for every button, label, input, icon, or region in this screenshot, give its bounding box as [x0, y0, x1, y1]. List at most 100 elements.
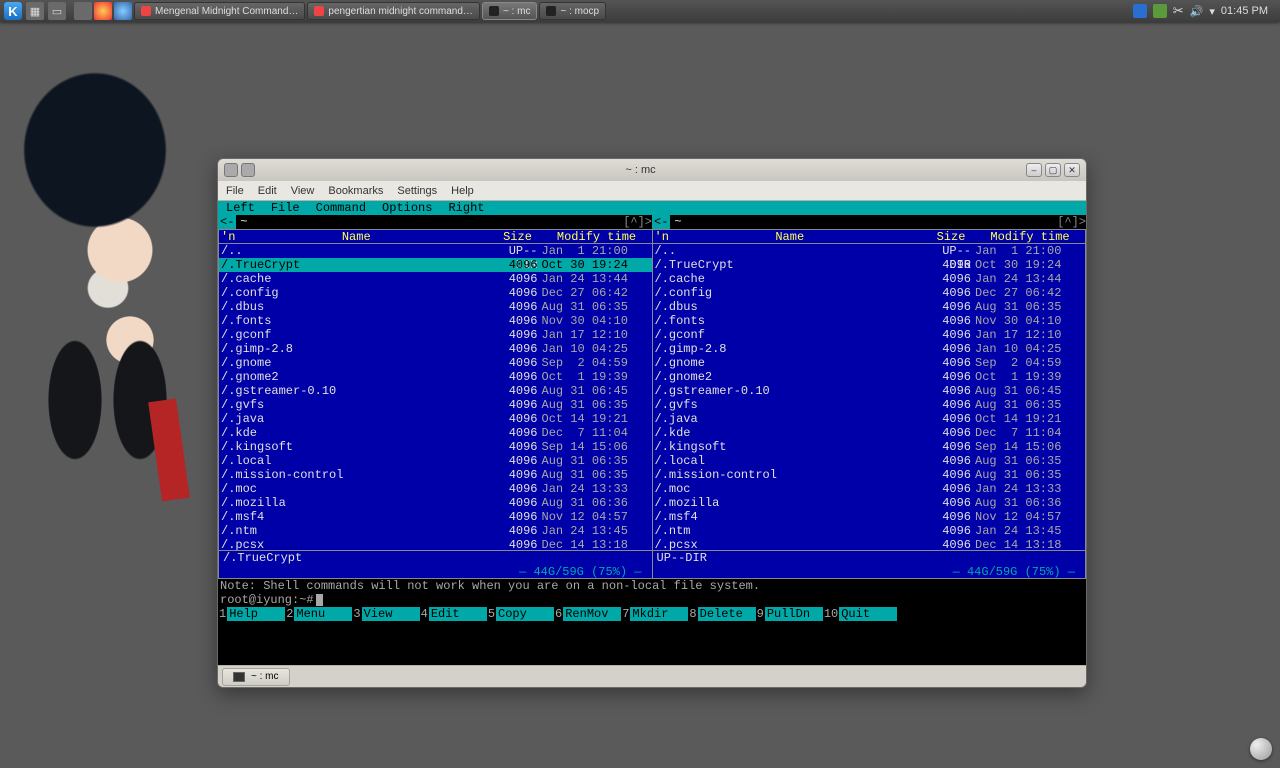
system-tray: ✂ 🔊 ▾ 01:45 PM [1125, 3, 1280, 19]
file-row[interactable]: /.dbus4096Aug 31 06:35 [653, 300, 1086, 314]
file-row[interactable]: /.moc4096Jan 24 13:33 [653, 482, 1086, 496]
file-row[interactable]: /.fonts4096Nov 30 04:10 [653, 314, 1086, 328]
download-icon[interactable] [1133, 4, 1147, 18]
file-row[interactable]: /.gnome24096Oct 1 19:39 [219, 370, 652, 384]
file-row[interactable]: /.mission-control4096Aug 31 06:35 [653, 468, 1086, 482]
mc-menu-options[interactable]: Options [374, 201, 440, 215]
fkey-quit[interactable]: 10Quit [823, 607, 897, 621]
col-size-header[interactable]: Size [494, 230, 542, 243]
file-row[interactable]: /.gvfs4096Aug 31 06:35 [653, 398, 1086, 412]
mc-top-menu: LeftFileCommandOptionsRight [218, 201, 1086, 215]
fkey-edit[interactable]: 4Edit [420, 607, 487, 621]
task-pengertian-midnight-command-[interactable]: pengertian midnight command… [307, 2, 480, 20]
col-mtime-header[interactable]: Modify time [542, 230, 652, 243]
clipboard-icon[interactable]: ✂ [1173, 3, 1184, 19]
menu-edit[interactable]: Edit [258, 185, 277, 197]
menu-settings[interactable]: Settings [397, 185, 437, 197]
terminal-icon [233, 672, 245, 682]
fkey-delete[interactable]: 8Delete [688, 607, 755, 621]
window-titlebar[interactable]: ~ : mc – ▢ ✕ [218, 159, 1086, 181]
file-row[interactable]: /.msf44096Nov 12 04:57 [219, 510, 652, 524]
clock[interactable]: 01:45 PM [1221, 5, 1272, 17]
activity-icon[interactable]: ▦ [26, 2, 44, 20]
file-row[interactable]: /.local4096Aug 31 06:35 [653, 454, 1086, 468]
window-menu-icon[interactable] [224, 163, 238, 177]
file-row[interactable]: /.gconf4096Jan 17 12:10 [219, 328, 652, 342]
file-row[interactable]: /.gnome4096Sep 2 04:59 [219, 356, 652, 370]
fkey-help[interactable]: 1Help [218, 607, 285, 621]
fkey-renmov[interactable]: 6RenMov [554, 607, 621, 621]
menu-bookmarks[interactable]: Bookmarks [328, 185, 383, 197]
fkey-pulldn[interactable]: 9PullDn [756, 607, 823, 621]
left-hint: /.TrueCrypt [219, 551, 652, 565]
file-row[interactable]: /.java4096Oct 14 19:21 [219, 412, 652, 426]
file-row[interactable]: /.TrueCrypt4096Oct 30 19:24 [653, 258, 1086, 272]
konsole-tab[interactable]: ~ : mc [222, 668, 290, 686]
file-row[interactable]: /.gstreamer-0.104096Aug 31 06:45 [653, 384, 1086, 398]
menu-file[interactable]: File [226, 185, 244, 197]
menu-help[interactable]: Help [451, 185, 474, 197]
fkey-mkdir[interactable]: 7Mkdir [621, 607, 688, 621]
file-row[interactable]: /.mission-control4096Aug 31 06:35 [219, 468, 652, 482]
file-row[interactable]: /.cache4096Jan 24 13:44 [219, 272, 652, 286]
mc-left-panel[interactable]: 'n Name Size Modify time /..UP--DIRJan 1… [218, 229, 652, 579]
file-row[interactable]: /.gnome4096Sep 2 04:59 [653, 356, 1086, 370]
mc-menu-left[interactable]: Left [218, 201, 263, 215]
file-row[interactable]: /.config4096Dec 27 06:42 [653, 286, 1086, 300]
chrome-launcher-icon[interactable] [94, 2, 112, 20]
terminal-content[interactable]: LeftFileCommandOptionsRight <-~[^]> <-~[… [218, 201, 1086, 665]
fkey-menu[interactable]: 2Menu [285, 607, 352, 621]
file-row[interactable]: /.msf44096Nov 12 04:57 [653, 510, 1086, 524]
col-name-header[interactable]: Name [219, 230, 494, 243]
fkey-copy[interactable]: 5Copy [487, 607, 554, 621]
file-row[interactable]: /.fonts4096Nov 30 04:10 [219, 314, 652, 328]
file-row[interactable]: /.config4096Dec 27 06:42 [219, 286, 652, 300]
file-row[interactable]: /.ntm4096Jan 24 13:45 [219, 524, 652, 538]
desktop-icon[interactable]: ▭ [48, 2, 66, 20]
file-row[interactable]: /.gimp-2.84096Jan 10 04:25 [653, 342, 1086, 356]
k-menu-icon[interactable]: K [4, 2, 22, 20]
task--mocp[interactable]: ~ : mocp [539, 2, 606, 20]
file-row[interactable]: /.gstreamer-0.104096Aug 31 06:45 [219, 384, 652, 398]
file-row[interactable]: /.local4096Aug 31 06:35 [219, 454, 652, 468]
file-row[interactable]: /.moc4096Jan 24 13:33 [219, 482, 652, 496]
menu-view[interactable]: View [291, 185, 315, 197]
mc-menu-right[interactable]: Right [440, 201, 492, 215]
window-pin-icon[interactable] [241, 163, 255, 177]
volume-icon[interactable]: 🔊 [1190, 5, 1204, 18]
file-row[interactable]: /.TrueCrypt4096Oct 30 19:24 [219, 258, 652, 272]
file-row[interactable]: /.gconf4096Jan 17 12:10 [653, 328, 1086, 342]
mc-right-panel[interactable]: 'n Name Size Modify time /..UP--DIRJan 1… [652, 229, 1087, 579]
shell-prompt[interactable]: root@iyung:~# [218, 593, 1086, 607]
file-row[interactable]: /.mozilla4096Aug 31 06:36 [219, 496, 652, 510]
tray-expand-icon[interactable]: ▾ [1209, 5, 1215, 18]
mc-menu-command[interactable]: Command [308, 201, 374, 215]
taskbar: Mengenal Midnight Command…pengertian mid… [74, 2, 1125, 20]
file-row[interactable]: /.ntm4096Jan 24 13:45 [653, 524, 1086, 538]
minimize-button[interactable]: – [1026, 163, 1042, 177]
file-row[interactable]: /.mozilla4096Aug 31 06:36 [653, 496, 1086, 510]
fkey-view[interactable]: 3View [352, 607, 419, 621]
file-row[interactable]: /.kde4096Dec 7 11:04 [653, 426, 1086, 440]
file-row[interactable]: /.kde4096Dec 7 11:04 [219, 426, 652, 440]
file-row[interactable]: /..UP--DIRJan 1 21:00 [219, 244, 652, 258]
file-row[interactable]: /.gvfs4096Aug 31 06:35 [219, 398, 652, 412]
file-row[interactable]: /.java4096Oct 14 19:21 [653, 412, 1086, 426]
file-row[interactable]: /.cache4096Jan 24 13:44 [653, 272, 1086, 286]
file-row[interactable]: /..UP--DIRJan 1 21:00 [653, 244, 1086, 258]
chromium-launcher-icon[interactable] [114, 2, 132, 20]
file-row[interactable]: /.dbus4096Aug 31 06:35 [219, 300, 652, 314]
dolphin-launcher-icon[interactable] [74, 2, 92, 20]
network-icon[interactable] [1153, 4, 1167, 18]
desktop-cashew-icon[interactable] [1250, 738, 1272, 760]
file-row[interactable]: /.kingsoft4096Sep 14 15:06 [653, 440, 1086, 454]
file-row[interactable]: /.gimp-2.84096Jan 10 04:25 [219, 342, 652, 356]
mc-note: Note: Shell commands will not work when … [218, 579, 1086, 593]
task-mengenal-midnight-command-[interactable]: Mengenal Midnight Command… [134, 2, 305, 20]
file-row[interactable]: /.kingsoft4096Sep 14 15:06 [219, 440, 652, 454]
file-row[interactable]: /.gnome24096Oct 1 19:39 [653, 370, 1086, 384]
task--mc[interactable]: ~ : mc [482, 2, 538, 20]
close-button[interactable]: ✕ [1064, 163, 1080, 177]
maximize-button[interactable]: ▢ [1045, 163, 1061, 177]
mc-menu-file[interactable]: File [263, 201, 308, 215]
